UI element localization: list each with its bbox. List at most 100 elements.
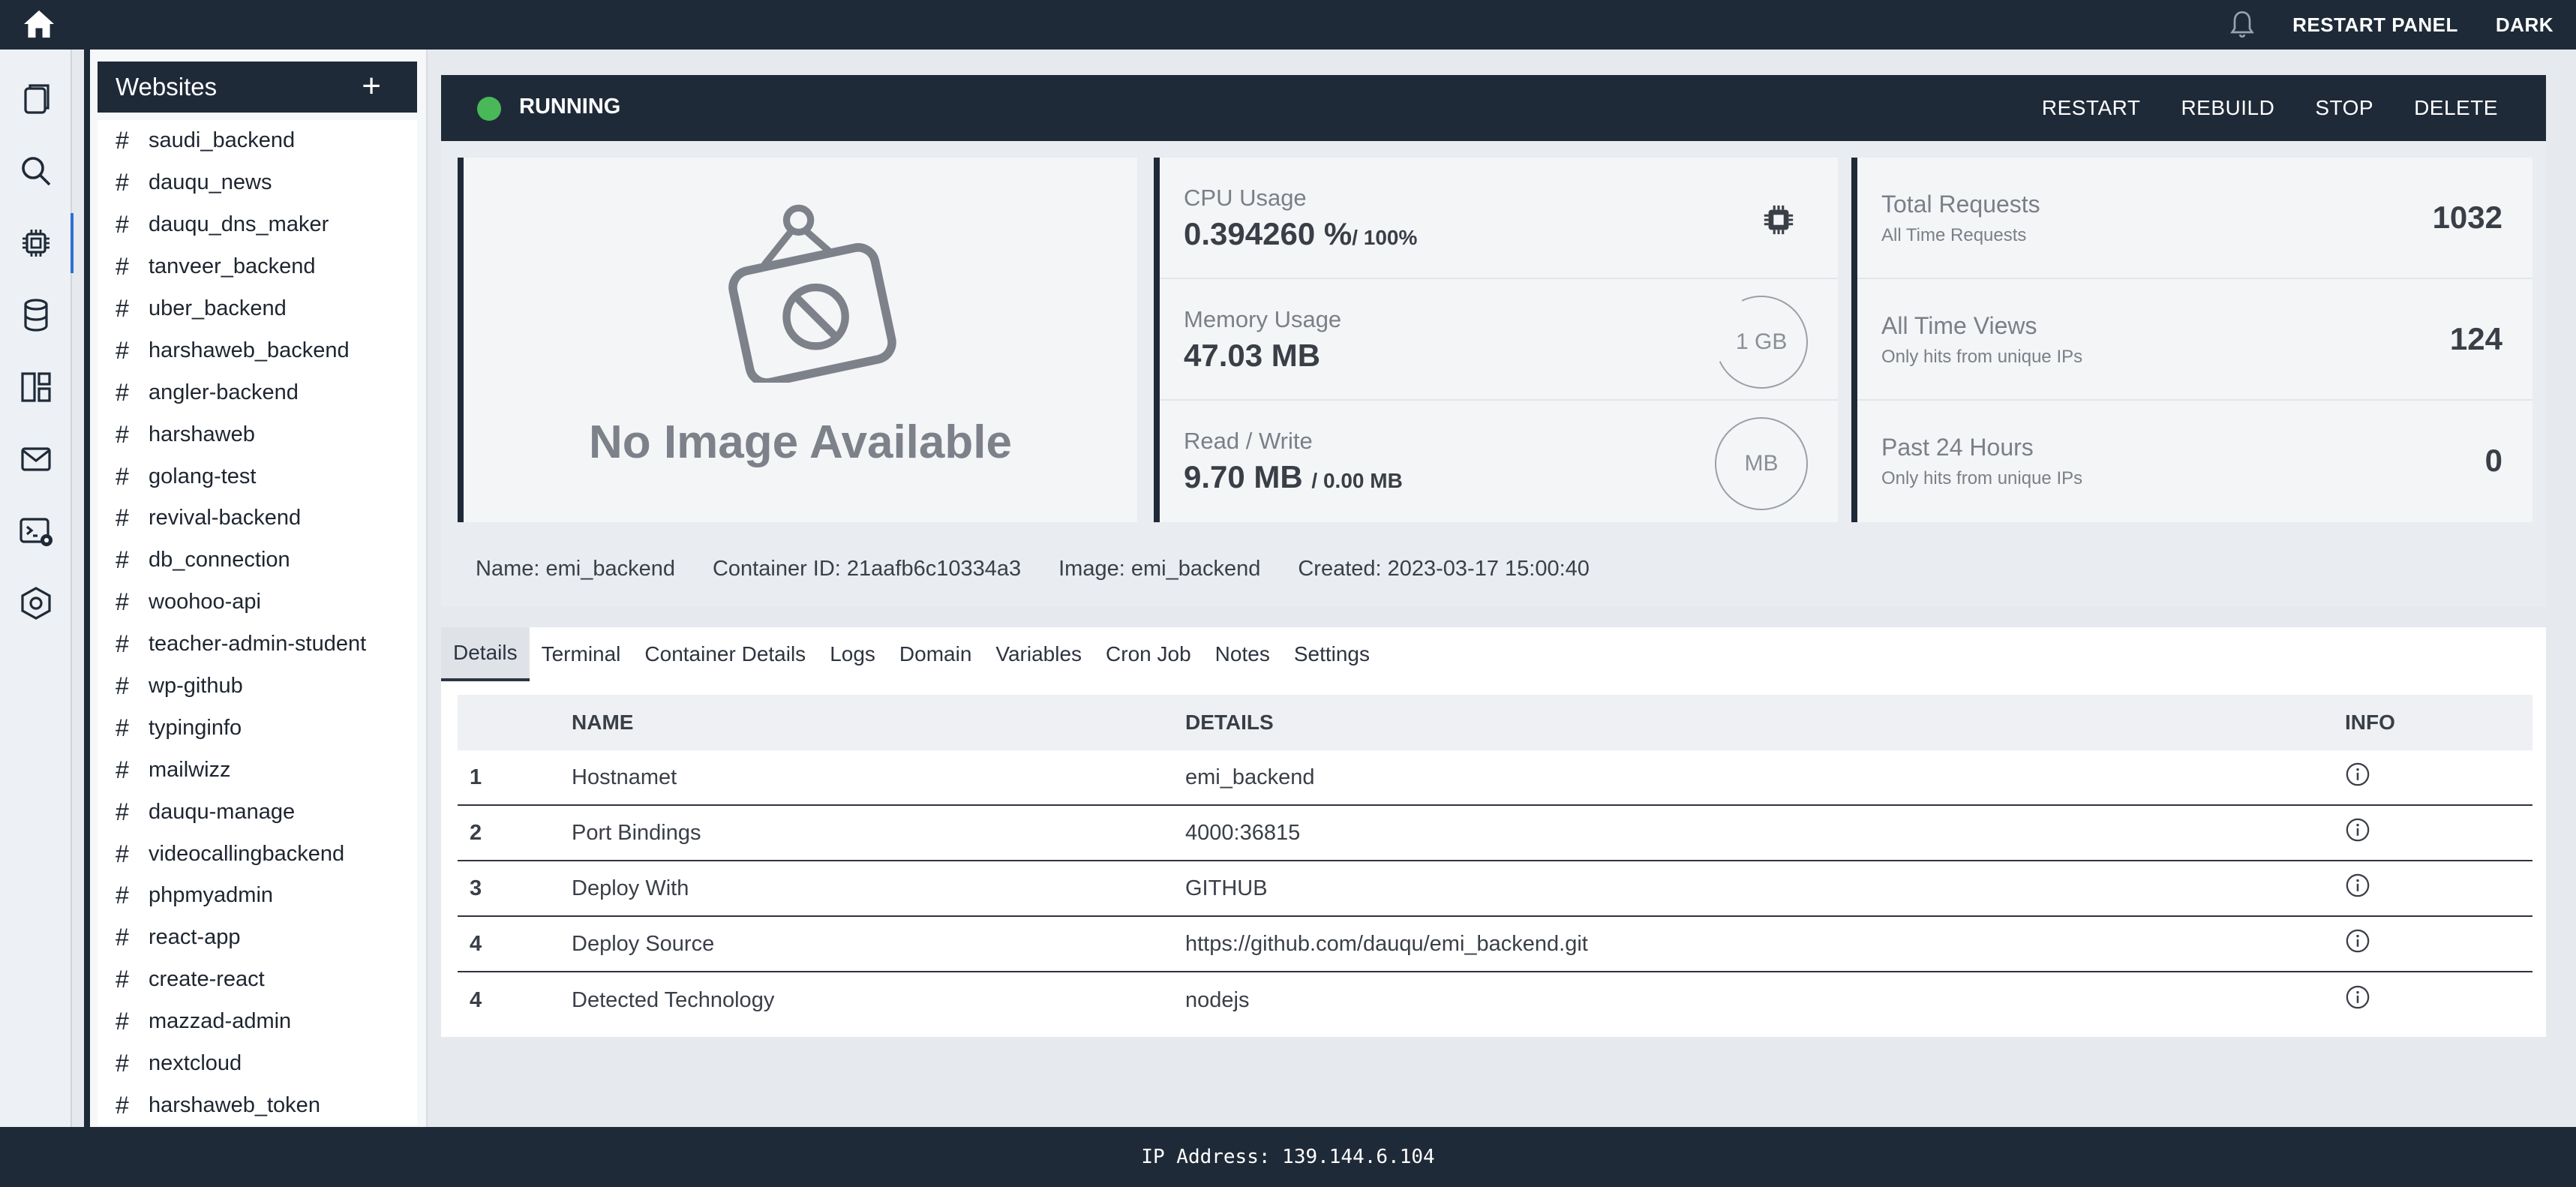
row-details: https://github.com/dauqu/emi_backend.git xyxy=(1185,931,1588,956)
website-name: typinginfo xyxy=(149,715,242,740)
stat-label: Total Requests xyxy=(1881,191,2040,218)
rail-database[interactable] xyxy=(0,279,72,351)
traffic-stats-card: Total Requests All Time Requests 1032 Al… xyxy=(1851,158,2532,522)
sidebar-item-website[interactable]: # mazzad-admin xyxy=(98,1001,417,1043)
website-name: uber_backend xyxy=(149,296,287,320)
sidebar-item-website[interactable]: # phpmyadmin xyxy=(98,875,417,917)
hash-icon: # xyxy=(116,504,129,532)
tab-cron-job[interactable]: Cron Job xyxy=(1094,627,1203,681)
website-name: react-app xyxy=(149,925,241,950)
rail-mail[interactable] xyxy=(0,423,72,495)
bell-icon[interactable] xyxy=(2229,10,2255,40)
write-value: / 0.00 MB xyxy=(1311,469,1403,492)
website-name: wp-github xyxy=(149,674,243,699)
delete-button[interactable]: DELETE xyxy=(2414,96,2498,120)
top-right-controls: RESTART PANEL DARK xyxy=(2229,0,2553,50)
total-requests-stat: Total Requests All Time Requests 1032 xyxy=(1857,158,2532,279)
sidebar-item-website[interactable]: # woohoo-api xyxy=(98,581,417,624)
rail-containers[interactable] xyxy=(0,207,74,279)
website-name: harshaweb xyxy=(149,422,255,446)
website-name: mazzad-admin xyxy=(149,1009,292,1034)
hash-icon: # xyxy=(116,462,129,490)
stat-label: All Time Views xyxy=(1881,312,2037,339)
table-row: 4 Detected Technology nodejs xyxy=(458,972,2532,1028)
sidebar-title: Websites xyxy=(116,73,218,101)
stop-button[interactable]: STOP xyxy=(2315,96,2373,120)
rail-terminal[interactable] xyxy=(0,495,72,567)
row-details: 4000:36815 xyxy=(1185,820,1301,845)
status-text: RUNNING xyxy=(519,95,621,119)
cpu-usage: 0.394260 % xyxy=(1184,216,1353,251)
info-icon[interactable] xyxy=(2345,762,2370,787)
hash-icon: # xyxy=(116,840,129,867)
sidebar-item-website[interactable]: # wp-github xyxy=(98,666,417,708)
rail-search[interactable] xyxy=(0,135,72,207)
row-name: Deploy With xyxy=(572,876,689,900)
tab-variables[interactable]: Variables xyxy=(983,627,1094,681)
sidebar-item-website[interactable]: # create-react xyxy=(98,959,417,1001)
row-details: emi_backend xyxy=(1185,765,1315,789)
info-icon[interactable] xyxy=(2345,873,2370,898)
website-name: dauqu_dns_maker xyxy=(149,212,329,237)
tab-details[interactable]: Details xyxy=(441,627,530,681)
home-icon[interactable] xyxy=(23,9,56,39)
add-website-button[interactable]: + xyxy=(362,68,381,105)
sidebar-item-website[interactable]: # golang-test xyxy=(98,455,417,497)
restart-button[interactable]: RESTART xyxy=(2042,96,2141,120)
sidebar-item-website[interactable]: # revival-backend xyxy=(98,497,417,539)
cpu-value: 0.394260 %/ 100% xyxy=(1184,216,1417,252)
sidebar-item-website[interactable]: # tanveer_backend xyxy=(98,246,417,288)
table-row: 4 Deploy Source https://github.com/dauqu/e… xyxy=(458,917,2532,972)
cpu-chip-icon xyxy=(1764,205,1794,235)
rail-settings[interactable] xyxy=(0,567,72,639)
stat-value: 0 xyxy=(2484,443,2502,478)
row-details: GITHUB xyxy=(1185,876,1268,900)
sidebar-item-website[interactable]: # angler-backend xyxy=(98,371,417,413)
rail-dashboard[interactable] xyxy=(0,351,72,423)
sidebar-item-website[interactable]: # harshaweb_backend xyxy=(98,329,417,371)
stat-sublabel: Only hits from unique IPs xyxy=(1881,347,2083,367)
hash-icon: # xyxy=(116,336,129,364)
sidebar-item-website[interactable]: # nextcloud xyxy=(98,1043,417,1085)
tab-logs[interactable]: Logs xyxy=(818,627,887,681)
sidebar-item-website[interactable]: # mailwizz xyxy=(98,749,417,791)
sidebar-item-website[interactable]: # saudi_backend xyxy=(98,120,417,162)
sidebar-item-website[interactable]: # videocallingbackend xyxy=(98,833,417,875)
website-name: db_connection xyxy=(149,548,290,572)
hash-icon: # xyxy=(116,378,129,406)
no-image-icon xyxy=(728,204,896,383)
website-name: phpmyadmin xyxy=(149,883,274,908)
sidebar-item-website[interactable]: # harshaweb_token xyxy=(98,1084,417,1125)
info-icon[interactable] xyxy=(2345,928,2370,954)
theme-toggle-button[interactable]: DARK xyxy=(2496,14,2553,37)
read-write-metric: Read / Write 9.70 MB / 0.00 MB MB xyxy=(1160,401,1838,522)
tab-settings[interactable]: Settings xyxy=(1282,627,1382,681)
tab-terminal[interactable]: Terminal xyxy=(530,627,633,681)
tab-domain[interactable]: Domain xyxy=(887,627,983,681)
status-indicator xyxy=(477,97,501,121)
hash-icon: # xyxy=(116,420,129,448)
header-name: NAME xyxy=(572,711,634,734)
tab-container-details[interactable]: Container Details xyxy=(632,627,818,681)
sidebar-item-website[interactable]: # dauqu_news xyxy=(98,162,417,204)
sidebar-item-website[interactable]: # uber_backend xyxy=(98,288,417,330)
info-icon[interactable] xyxy=(2345,817,2370,843)
sidebar-item-website[interactable]: # teacher-admin-student xyxy=(98,624,417,666)
stat-value: 1032 xyxy=(2432,200,2502,235)
sidebar-item-website[interactable]: # dauqu-manage xyxy=(98,791,417,833)
info-icon[interactable] xyxy=(2345,984,2370,1010)
sidebar-item-website[interactable]: # react-app xyxy=(98,917,417,959)
row-name: Deploy Source xyxy=(572,931,715,956)
sidebar-item-website[interactable]: # db_connection xyxy=(98,539,417,581)
sidebar-item-website[interactable]: # harshaweb xyxy=(98,413,417,455)
rebuild-button[interactable]: REBUILD xyxy=(2181,96,2274,120)
sidebar-item-website[interactable]: # dauqu_dns_maker xyxy=(98,204,417,246)
footer-bar: IP Address: 139.144.6.104 xyxy=(0,1127,2576,1187)
restart-panel-button[interactable]: RESTART PANEL xyxy=(2292,14,2458,37)
memory-metric: Memory Usage 47.03 MB 1 GB xyxy=(1160,279,1838,402)
rail-pages[interactable] xyxy=(0,63,72,135)
hash-icon: # xyxy=(116,1091,129,1119)
memory-gauge-label: 1 GB xyxy=(1735,329,1788,354)
sidebar-item-website[interactable]: # typinginfo xyxy=(98,707,417,749)
tab-notes[interactable]: Notes xyxy=(1203,627,1282,681)
